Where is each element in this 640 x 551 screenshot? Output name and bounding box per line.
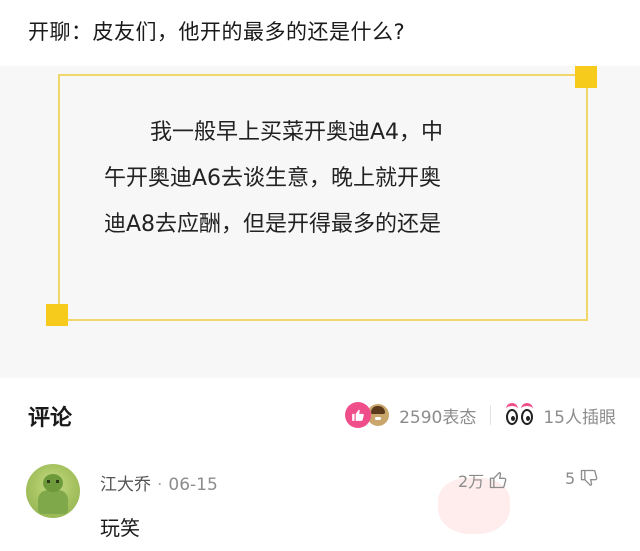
- corner-decoration-bottom-left: [46, 304, 68, 326]
- thumb-up-outline-icon: [490, 472, 507, 489]
- comment-meta: 江大乔 · 06-15: [100, 475, 218, 495]
- thumb-down-outline-icon: [581, 469, 598, 486]
- comment-author[interactable]: 江大乔: [100, 475, 151, 495]
- upvote-count: 2万: [458, 472, 485, 491]
- comment-section: 评论 2590表态 15人插眼 江大乔 · 06-15 玩笑 2万 5: [0, 378, 640, 551]
- quote-text: 我一般早上买菜开奥迪A4，中 午开奥迪A6去谈生意，晚上就开奥 迪A8去应酬，但…: [104, 110, 544, 248]
- downvote-count: 5: [565, 468, 576, 488]
- quote-line-2: 午开奥迪A6去谈生意，晚上就开奥: [104, 166, 442, 191]
- thumbs-up-icon: [345, 402, 372, 428]
- quote-line-1: 我一般早上买菜开奥迪A4，中: [150, 120, 444, 145]
- corner-decoration-top-right: [575, 66, 597, 88]
- quote-line-3: 迪A8去应酬，但是开得最多的还是: [104, 212, 442, 237]
- post-title: 开聊：皮友们，他开的最多的还是什么?: [28, 20, 406, 44]
- insert-count[interactable]: 15人插眼: [543, 403, 616, 428]
- reactions-count: 2590表态: [399, 407, 477, 428]
- stats-divider: [490, 405, 492, 425]
- comment-text: 玩笑: [100, 516, 140, 540]
- downvote-button[interactable]: 5: [565, 468, 599, 488]
- comments-heading: 评论: [28, 406, 73, 431]
- upvote-button[interactable]: 2万: [458, 468, 508, 492]
- avatar[interactable]: [26, 464, 80, 518]
- quote-card: 我一般早上买菜开奥迪A4，中 午开奥迪A6去谈生意，晚上就开奥 迪A8去应酬，但…: [0, 66, 640, 378]
- comment-stats: 2590表态 15人插眼: [345, 402, 616, 428]
- eyes-icon[interactable]: [505, 403, 535, 427]
- reactions-button[interactable]: [345, 402, 392, 428]
- comment-date: 06-15: [168, 475, 218, 495]
